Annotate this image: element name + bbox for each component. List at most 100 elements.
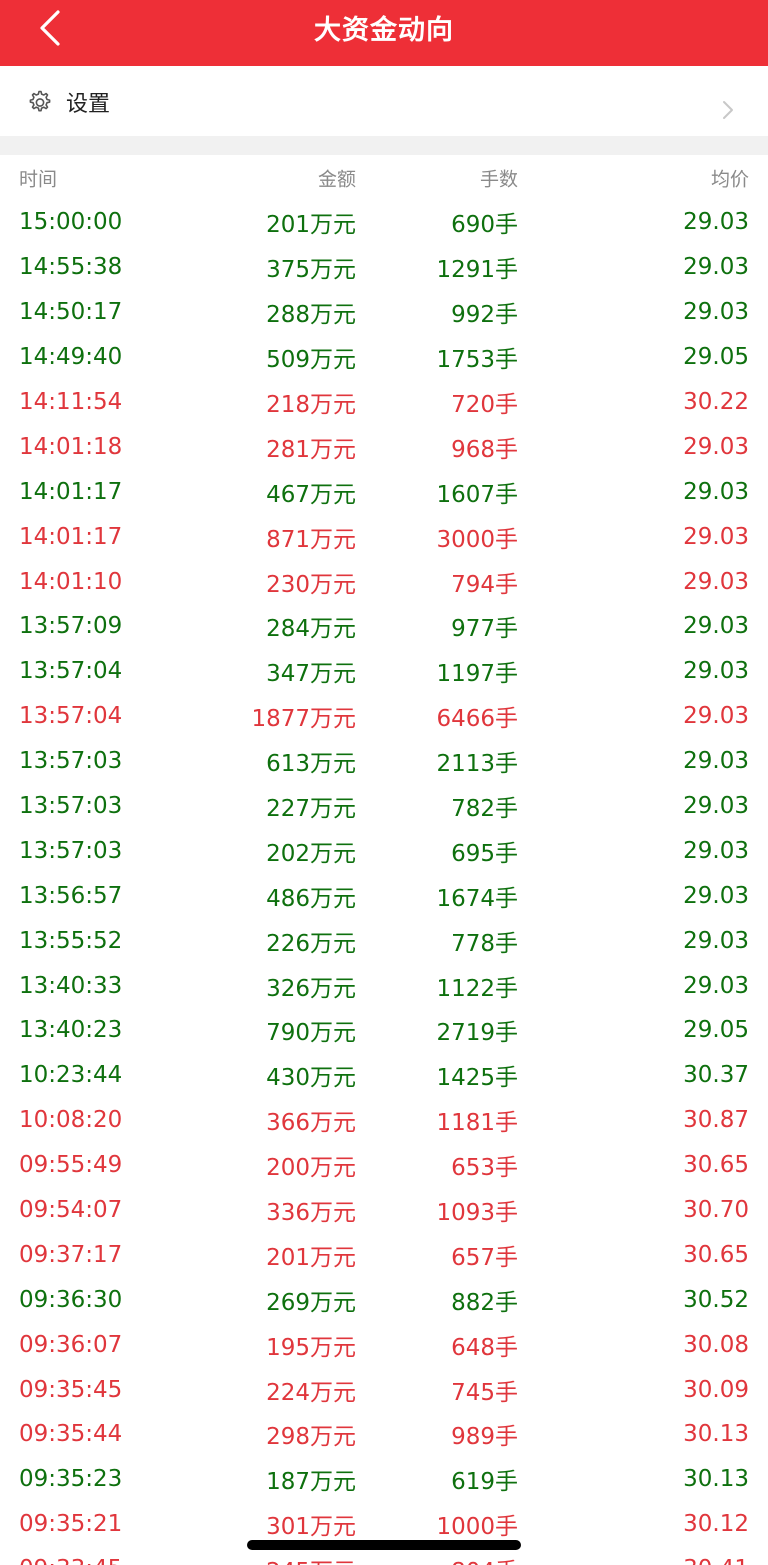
table-row: 13:57:03 227万元 782手 29.03 [0, 784, 768, 829]
table-row: 13:40:23 790万元 2719手 29.05 [0, 1008, 768, 1053]
table-body: 15:00:00 201万元 690手 29.03 14:55:38 375万元 1291手… [0, 200, 768, 1565]
cell-amount: 467万元 [266, 481, 356, 508]
cell-price: 29.03 [683, 523, 749, 550]
cell-price: 29.03 [683, 972, 749, 999]
cell-time: 09:55:49 [19, 1152, 123, 1179]
cell-price: 29.05 [683, 344, 749, 371]
column-header-time: 时间 [19, 168, 58, 190]
cell-amount: 187万元 [266, 1469, 356, 1496]
column-header-price: 均价 [710, 168, 749, 190]
cell-price: 30.65 [683, 1152, 749, 1179]
cell-volume: 1122手 [436, 975, 518, 1002]
table-row: 13:57:09 284万元 977手 29.03 [0, 604, 768, 649]
cell-price: 29.03 [683, 254, 749, 281]
cell-amount: 227万元 [266, 796, 356, 823]
cell-volume: 1425手 [436, 1065, 518, 1092]
cell-volume: 1181手 [436, 1110, 518, 1137]
cell-amount: 298万元 [266, 1424, 356, 1451]
table-row: 09:36:30 269万元 882手 30.52 [0, 1277, 768, 1322]
cell-price: 29.05 [683, 1017, 749, 1044]
table-row: 09:36:07 195万元 648手 30.08 [0, 1322, 768, 1367]
cell-price: 29.03 [683, 658, 749, 685]
table-row: 14:55:38 375万元 1291手 29.03 [0, 245, 768, 290]
table-row: 09:35:23 187万元 619手 30.13 [0, 1457, 768, 1502]
cell-time: 09:36:07 [19, 1331, 123, 1358]
cell-volume: 1753手 [436, 347, 518, 374]
cell-amount: 201万元 [266, 1244, 356, 1271]
table-row: 14:11:54 218万元 720手 30.22 [0, 380, 768, 425]
app-screen: 大资金动向 设置 时间 金额 手数 均价 15:00:00 201万元 690手 29… [0, 0, 768, 1565]
table-row: 14:50:17 288万元 992手 29.03 [0, 290, 768, 335]
table-row: 13:40:33 326万元 1122手 29.03 [0, 963, 768, 1008]
cell-price: 30.52 [683, 1286, 749, 1313]
cell-volume: 690手 [451, 212, 518, 239]
cell-amount: 1877万元 [251, 706, 356, 733]
cell-price: 30.13 [683, 1466, 749, 1493]
cell-volume: 968手 [451, 436, 518, 463]
table-row: 13:57:04 347万元 1197手 29.03 [0, 649, 768, 694]
cell-time: 13:57:04 [19, 703, 123, 730]
cell-price: 29.03 [683, 703, 749, 730]
cell-volume: 778手 [451, 930, 518, 957]
cell-price: 29.03 [683, 613, 749, 640]
cell-volume: 1607手 [436, 481, 518, 508]
cell-price: 29.03 [683, 837, 749, 864]
cell-price: 30.87 [683, 1107, 749, 1134]
cell-price: 29.03 [683, 209, 749, 236]
table-row: 14:01:18 281万元 968手 29.03 [0, 424, 768, 469]
cell-time: 14:01:17 [19, 478, 123, 505]
cell-amount: 226万元 [266, 930, 356, 957]
cell-price: 29.03 [683, 748, 749, 775]
cell-time: 09:33:45 [19, 1556, 122, 1565]
cell-volume: 6466手 [436, 706, 518, 733]
cell-amount: 871万元 [266, 526, 356, 553]
cell-volume: 794手 [451, 571, 518, 598]
table-row: 13:56:57 486万元 1674手 29.03 [0, 873, 768, 918]
table-row: 09:37:17 201万元 657手 30.65 [0, 1232, 768, 1277]
cell-volume: 619手 [451, 1469, 518, 1496]
cell-time: 09:37:17 [19, 1241, 123, 1268]
cell-time: 10:08:20 [19, 1107, 123, 1134]
table-row: 14:01:17 871万元 3000手 29.03 [0, 514, 768, 559]
cell-price: 30.70 [683, 1197, 749, 1224]
cell-amount: 284万元 [266, 616, 356, 643]
cell-time: 14:11:54 [19, 389, 123, 415]
cell-price: 30.65 [683, 1241, 749, 1268]
cell-price: 29.03 [683, 433, 749, 460]
cell-price: 29.03 [683, 568, 749, 595]
cell-price: 30.37 [683, 1062, 749, 1089]
cell-amount: 200万元 [266, 1155, 356, 1182]
cell-amount: 281万元 [266, 436, 356, 463]
cell-volume: 882手 [451, 1289, 518, 1316]
cell-amount: 224万元 [266, 1379, 356, 1406]
cell-volume: 695手 [451, 840, 518, 867]
cell-time: 10:23:44 [19, 1062, 123, 1089]
table-row: 13:57:04 1877万元 6466手 29.03 [0, 694, 768, 739]
table-row: 13:55:52 226万元 778手 29.03 [0, 918, 768, 963]
cell-price: 29.03 [683, 882, 749, 909]
cell-price: 30.08 [683, 1331, 749, 1358]
cell-volume: 989手 [451, 1424, 518, 1451]
cell-volume: 3000手 [436, 526, 518, 553]
cell-volume: 648手 [451, 1334, 518, 1361]
cell-amount: 326万元 [266, 975, 356, 1002]
settings-label: 设置 [66, 92, 111, 117]
cell-time: 13:57:04 [19, 658, 123, 685]
cell-amount: 375万元 [266, 257, 356, 284]
cell-volume: 653手 [451, 1155, 518, 1182]
cell-price: 29.03 [683, 299, 749, 326]
table-row: 09:54:07 336万元 1093手 30.70 [0, 1188, 768, 1233]
home-indicator[interactable] [247, 1540, 521, 1550]
cell-time: 15:00:00 [19, 209, 123, 236]
cell-time: 14:01:18 [19, 433, 123, 460]
cell-amount: 509万元 [266, 347, 356, 374]
cell-time: 09:35:45 [19, 1376, 123, 1403]
cell-volume: 782手 [451, 796, 518, 823]
cell-price: 30.22 [683, 389, 749, 415]
cell-amount: 790万元 [266, 1020, 356, 1047]
cell-amount: 218万元 [266, 392, 356, 418]
settings-row[interactable]: 设置 [0, 66, 768, 136]
column-header-volume: 手数 [479, 168, 518, 190]
cell-time: 09:35:23 [19, 1466, 123, 1493]
cell-volume: 1000手 [436, 1514, 518, 1541]
